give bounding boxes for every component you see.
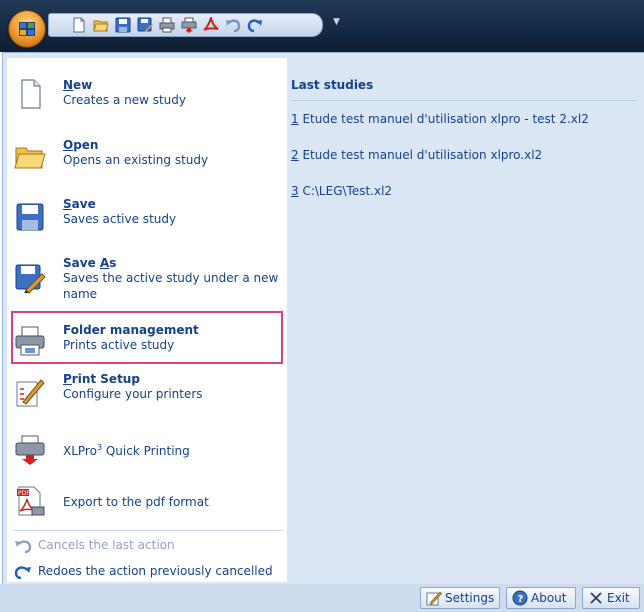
- save-disk-icon: [16, 203, 44, 231]
- pdf-export-icon: PDF: [17, 486, 45, 516]
- svg-text:PDF: PDF: [18, 490, 30, 497]
- undo-icon: [15, 540, 32, 554]
- menu-item-save[interactable]: Save Saves active study: [8, 197, 283, 235]
- print-setup-icon: [16, 379, 45, 407]
- quick-access-toolbar: [48, 13, 323, 37]
- menu-item-description: Configure your printers: [63, 387, 203, 401]
- new-icon[interactable]: [71, 17, 87, 33]
- customize-toolbar-dropdown-icon[interactable]: ▼: [333, 17, 340, 27]
- save-icon[interactable]: [115, 17, 131, 33]
- about-icon: ?: [512, 590, 528, 606]
- menu-item-title: New: [63, 78, 93, 92]
- open-folder-icon: [14, 147, 46, 169]
- menu-item-title: Print Setup: [63, 372, 140, 386]
- settings-button[interactable]: Settings: [420, 587, 500, 609]
- about-label: About: [531, 591, 567, 605]
- application-menu-button[interactable]: [9, 11, 45, 47]
- new-document-icon: [21, 79, 41, 109]
- print-icon[interactable]: [159, 17, 175, 33]
- save-as-icon: [15, 264, 46, 294]
- printer-icon: [15, 326, 45, 356]
- exit-button[interactable]: Exit: [582, 587, 640, 609]
- exit-label: Exit: [607, 591, 630, 605]
- menu-item-label: Export to the pdf format: [63, 495, 209, 509]
- menu-item-redo[interactable]: Redoes the action previously cancelled: [12, 563, 287, 581]
- menu-item-title: Open: [63, 138, 99, 152]
- menu-item-description: Opens an existing study: [63, 153, 209, 167]
- recent-study-item[interactable]: 2 Etude test manuel d'utilisation xlpro.…: [291, 148, 542, 162]
- menu-item-title: Save As: [63, 256, 117, 270]
- quick-print-icon[interactable]: [181, 17, 197, 33]
- menu-item-description: Prints active study: [63, 338, 175, 352]
- menu-item-quick-printing[interactable]: XLPro3 Quick Printing: [8, 432, 283, 472]
- menu-item-description: Saves the active study under a new name: [63, 271, 279, 301]
- about-button[interactable]: ? About: [506, 587, 576, 609]
- undo-label: Cancels the last action: [38, 538, 175, 552]
- redo-label: Redoes the action previously cancelled: [38, 564, 273, 578]
- menu-item-description: Saves active study: [63, 212, 177, 226]
- settings-label: Settings: [445, 591, 495, 605]
- menu-item-folder-management[interactable]: Folder management Prints active study: [8, 323, 283, 359]
- recent-study-item[interactable]: 1 Etude test manuel d'utilisation xlpro …: [291, 112, 589, 126]
- menu-footer: Settings ? About Exit: [0, 584, 644, 612]
- menu-item-label: XLPro3 Quick Printing: [63, 443, 190, 458]
- menu-item-save-as[interactable]: Save As Saves the active study under a n…: [8, 256, 283, 306]
- menu-item-description: Creates a new study: [63, 93, 187, 107]
- quick-print-icon: [15, 435, 45, 465]
- menu-item-undo[interactable]: Cancels the last action: [12, 537, 287, 555]
- menu-item-open[interactable]: Open Opens an existing study: [8, 138, 283, 174]
- menu-item-new[interactable]: New Creates a new study: [8, 78, 283, 112]
- undo-icon[interactable]: [225, 17, 241, 33]
- menu-separator: [14, 530, 283, 531]
- redo-icon: [14, 566, 31, 580]
- pdf-icon[interactable]: [203, 17, 219, 33]
- menu-item-title: Save: [63, 197, 96, 211]
- menu-item-print-setup[interactable]: Print Setup Configure your printers: [8, 372, 283, 410]
- settings-icon: [426, 591, 442, 606]
- open-icon[interactable]: [93, 17, 109, 33]
- redo-icon[interactable]: [247, 17, 263, 33]
- svg-text:?: ?: [518, 594, 524, 605]
- menu-item-title: Folder management: [63, 323, 199, 337]
- menu-item-export-pdf[interactable]: PDF Export to the pdf format: [8, 483, 283, 523]
- app-logo-icon: [19, 22, 35, 36]
- close-icon: [590, 592, 602, 604]
- title-bar: ▼: [0, 0, 644, 52]
- save-as-icon[interactable]: [137, 17, 153, 33]
- last-studies-header: Last studies: [291, 78, 637, 101]
- recent-study-item[interactable]: 3 C:\LEG\Test.xl2: [291, 184, 392, 198]
